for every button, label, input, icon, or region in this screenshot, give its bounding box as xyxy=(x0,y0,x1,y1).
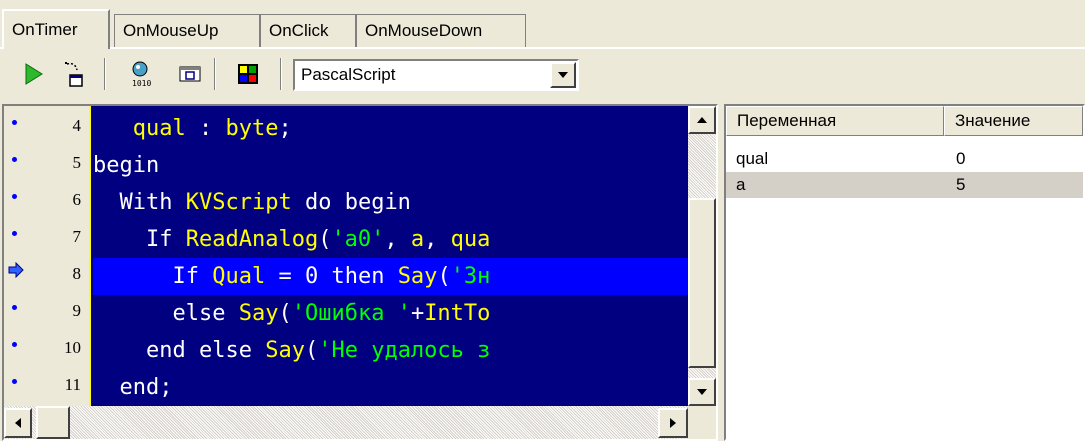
watch-icon[interactable]: 1010 xyxy=(130,60,158,88)
tab-ontimer[interactable]: OnTimer xyxy=(2,9,110,49)
line-number: 5 xyxy=(72,153,82,172)
breakpoint-dot-icon xyxy=(12,342,17,347)
chevron-left-icon xyxy=(15,418,21,428)
scroll-right-button[interactable] xyxy=(658,408,688,438)
column-header-variable[interactable]: Переменная xyxy=(726,106,944,136)
breakpoint-dot-icon xyxy=(12,120,17,125)
gutter-row[interactable]: 10 xyxy=(4,332,91,369)
tab-divider xyxy=(0,47,1085,49)
chevron-up-icon xyxy=(697,117,707,123)
scroll-up-button[interactable] xyxy=(688,106,716,134)
chevron-down-icon xyxy=(558,72,568,78)
code-line-current: If Qual = 0 then Say('Зн xyxy=(93,258,688,295)
tab-onmouseup[interactable]: OnMouseUp xyxy=(114,14,260,48)
gutter: 4 5 6 7 8 9 10 11 xyxy=(4,106,91,406)
gutter-row[interactable]: 5 xyxy=(4,147,91,184)
color-palette-icon[interactable] xyxy=(234,60,262,88)
gutter-row[interactable]: 6 xyxy=(4,184,91,221)
gutter-row[interactable]: 11 xyxy=(4,369,91,406)
run-icon[interactable] xyxy=(20,60,48,88)
vertical-scroll-thumb[interactable] xyxy=(688,198,716,368)
variable-row[interactable]: qual 0 xyxy=(726,146,1083,172)
line-number: 9 xyxy=(72,301,82,320)
scroll-left-button[interactable] xyxy=(4,408,32,438)
gutter-row[interactable]: 4 xyxy=(4,110,91,147)
code-line: end; xyxy=(119,375,173,400)
code-line: else Say('Ошибка '+IntTo xyxy=(172,301,491,326)
code-line: end else Say('Не удалось з xyxy=(145,338,491,363)
breakpoint-dot-icon xyxy=(12,194,17,199)
step-into-icon[interactable] xyxy=(60,60,88,88)
gutter-row[interactable]: 7 xyxy=(4,221,91,258)
language-select-value: PascalScript xyxy=(301,65,396,84)
current-line-arrow-icon xyxy=(8,262,24,278)
gutter-row[interactable]: 9 xyxy=(4,295,91,332)
breakpoint-dot-icon xyxy=(12,157,17,162)
code-editor[interactable]: 4 5 6 7 8 9 10 11 qual: byte; begin Wit… xyxy=(2,104,718,441)
variable-value: 5 xyxy=(956,175,966,194)
line-number: 7 xyxy=(72,227,82,246)
variable-row[interactable]: a 5 xyxy=(726,172,1083,198)
horizontal-scroll-thumb[interactable] xyxy=(36,406,70,439)
toolbar-separator xyxy=(104,58,106,90)
horizontal-scrollbar[interactable] xyxy=(4,406,688,439)
chevron-down-icon xyxy=(697,389,707,395)
line-number: 6 xyxy=(72,190,82,209)
breakpoint-dot-icon xyxy=(12,379,17,384)
line-number: 11 xyxy=(64,375,81,394)
column-header-value[interactable]: Значение xyxy=(944,106,1083,136)
variable-name: qual xyxy=(736,149,769,168)
variables-panel[interactable]: Переменная Значение qual 0 a 5 xyxy=(724,104,1085,441)
line-number: 8 xyxy=(72,264,82,283)
chevron-right-icon xyxy=(670,418,676,428)
tab-bar: OnTimer OnMouseUp OnClick OnMouseDown xyxy=(0,0,1085,49)
toolbar: 1010 PascalScript xyxy=(0,52,1085,98)
gutter-divider xyxy=(89,106,91,406)
scroll-corner xyxy=(688,406,716,439)
variable-value: 0 xyxy=(956,149,966,168)
line-number: 10 xyxy=(64,338,81,357)
breakpoint-dot-icon xyxy=(12,231,17,236)
tab-onmousedown[interactable]: OnMouseDown xyxy=(356,14,526,48)
toolbar-separator xyxy=(214,58,216,90)
vertical-scrollbar[interactable] xyxy=(688,106,716,406)
dropdown-button[interactable] xyxy=(550,62,576,88)
code-line: begin xyxy=(93,153,160,178)
svg-text:1010: 1010 xyxy=(132,79,151,88)
code-line: qual : byte; xyxy=(132,116,292,141)
language-select[interactable]: PascalScript xyxy=(293,59,579,91)
code-area[interactable]: qual : byte; begin With KVScript do begi… xyxy=(93,106,688,406)
breakpoint-icon[interactable] xyxy=(176,60,204,88)
code-line: With KVScript do begin xyxy=(119,190,411,215)
code-line: If ReadAnalog('a0', a, qua xyxy=(145,227,491,252)
gutter-row[interactable]: 8 xyxy=(4,258,91,295)
toolbar-separator xyxy=(280,58,282,90)
variable-name: a xyxy=(736,175,746,194)
line-number: 4 xyxy=(72,116,82,135)
tab-onclick[interactable]: OnClick xyxy=(260,14,356,48)
scroll-down-button[interactable] xyxy=(688,378,716,406)
breakpoint-dot-icon xyxy=(12,305,17,310)
